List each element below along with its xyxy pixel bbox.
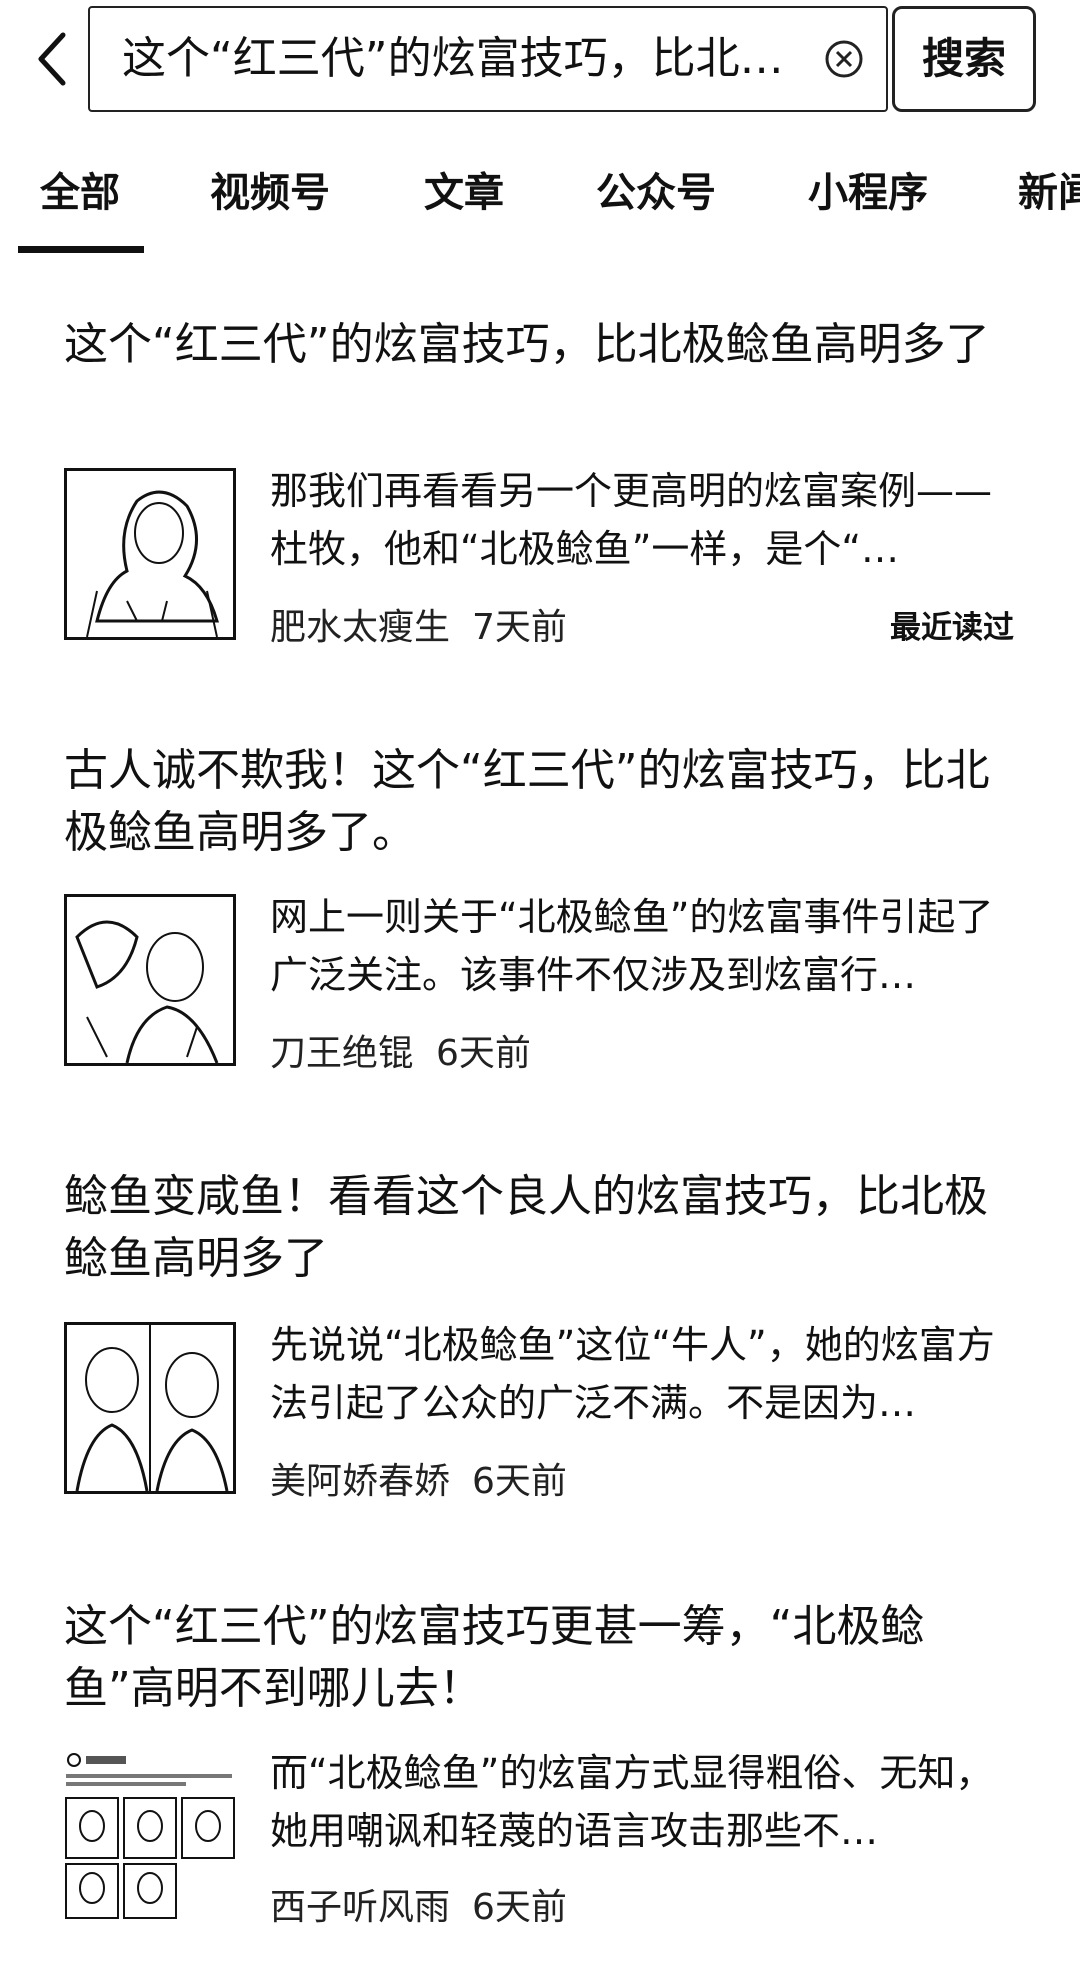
search-button[interactable]: 搜索 bbox=[892, 6, 1036, 112]
tab-official-accounts[interactable]: 公众号 bbox=[596, 160, 716, 218]
result-item[interactable]: 这个“红三代”的炫富技巧，比北极鲶鱼高明多了 那我们再看看另一个更高明的炫富案例… bbox=[0, 314, 1080, 654]
result-thumbnail bbox=[64, 894, 236, 1066]
clear-icon[interactable] bbox=[824, 39, 864, 79]
result-thumbnail bbox=[64, 1322, 236, 1494]
tab-all[interactable]: 全部 bbox=[40, 160, 120, 218]
active-tab-indicator bbox=[18, 246, 144, 253]
search-header: 这个“红三代”的炫富技巧，比北… 搜索 bbox=[0, 0, 1080, 118]
result-snippet: 那我们再看看另一个更高明的炫富案例——杜牧，他和“北极鲶鱼”一样，是个“… bbox=[270, 469, 993, 571]
back-icon[interactable] bbox=[26, 28, 78, 90]
result-title[interactable]: 古人诚不欺我！这个“红三代”的炫富技巧，比北极鲶鱼高明多了。 bbox=[64, 740, 1024, 864]
result-author[interactable]: 刀王绝锟 bbox=[270, 1033, 414, 1074]
result-author[interactable]: 肥水太瘦生 bbox=[270, 607, 450, 648]
result-meta: 刀王绝锟 6天前 bbox=[270, 1024, 531, 1076]
result-thumbnail bbox=[64, 468, 236, 640]
category-tabs: 全部 视频号 文章 公众号 小程序 新闻 bbox=[0, 148, 1080, 258]
result-time: 6天前 bbox=[436, 1033, 531, 1074]
search-query-text[interactable]: 这个“红三代”的炫富技巧，比北… bbox=[122, 8, 802, 110]
result-time: 6天前 bbox=[472, 1461, 567, 1502]
recently-read-badge: 最近读过 bbox=[890, 610, 1014, 646]
result-title[interactable]: 这个“红三代”的炫富技巧更甚一筹，“北极鲶鱼”高明不到哪儿去！ bbox=[64, 1596, 1024, 1720]
result-snippet: 网上一则关于“北极鲶鱼”的炫富事件引起了广泛关注。该事件不仅涉及到炫富行… bbox=[270, 895, 994, 997]
result-author[interactable]: 美阿娇春娇 bbox=[270, 1461, 450, 1502]
result-author[interactable]: 西子听风雨 bbox=[270, 1887, 450, 1928]
result-time: 6天前 bbox=[472, 1887, 567, 1928]
result-item[interactable]: 这个“红三代”的炫富技巧更甚一筹，“北极鲶鱼”高明不到哪儿去！ 而“北极鲶鱼”的… bbox=[0, 1596, 1080, 1936]
result-meta: 美阿娇春娇 6天前 bbox=[270, 1452, 567, 1504]
tab-channels[interactable]: 视频号 bbox=[210, 160, 330, 218]
search-input[interactable]: 这个“红三代”的炫富技巧，比北… bbox=[88, 6, 888, 112]
result-item[interactable]: 鲶鱼变咸鱼！看看这个良人的炫富技巧，比北极鲶鱼高明多了 先说说“北极鲶鱼”这位“… bbox=[0, 1166, 1080, 1506]
tab-mini-programs[interactable]: 小程序 bbox=[808, 160, 928, 218]
tab-articles[interactable]: 文章 bbox=[424, 160, 504, 218]
result-thumbnail bbox=[64, 1748, 236, 1920]
result-meta: 肥水太瘦生 7天前 bbox=[270, 598, 567, 650]
result-snippet: 而“北极鲶鱼”的炫富方式显得粗俗、无知，她用嘲讽和轻蔑的语言攻击那些不… bbox=[270, 1751, 994, 1853]
result-snippet: 先说说“北极鲶鱼”这位“牛人”，她的炫富方法引起了公众的广泛不满。不是因为… bbox=[270, 1323, 995, 1425]
result-time: 7天前 bbox=[472, 607, 567, 648]
result-title[interactable]: 这个“红三代”的炫富技巧，比北极鲶鱼高明多了 bbox=[64, 314, 1024, 376]
result-meta: 西子听风雨 6天前 bbox=[270, 1878, 567, 1930]
result-item[interactable]: 古人诚不欺我！这个“红三代”的炫富技巧，比北极鲶鱼高明多了。 网上一则关于“北极… bbox=[0, 740, 1080, 1080]
result-title[interactable]: 鲶鱼变咸鱼！看看这个良人的炫富技巧，比北极鲶鱼高明多了 bbox=[64, 1166, 1024, 1290]
tab-news[interactable]: 新闻 bbox=[1018, 160, 1080, 218]
